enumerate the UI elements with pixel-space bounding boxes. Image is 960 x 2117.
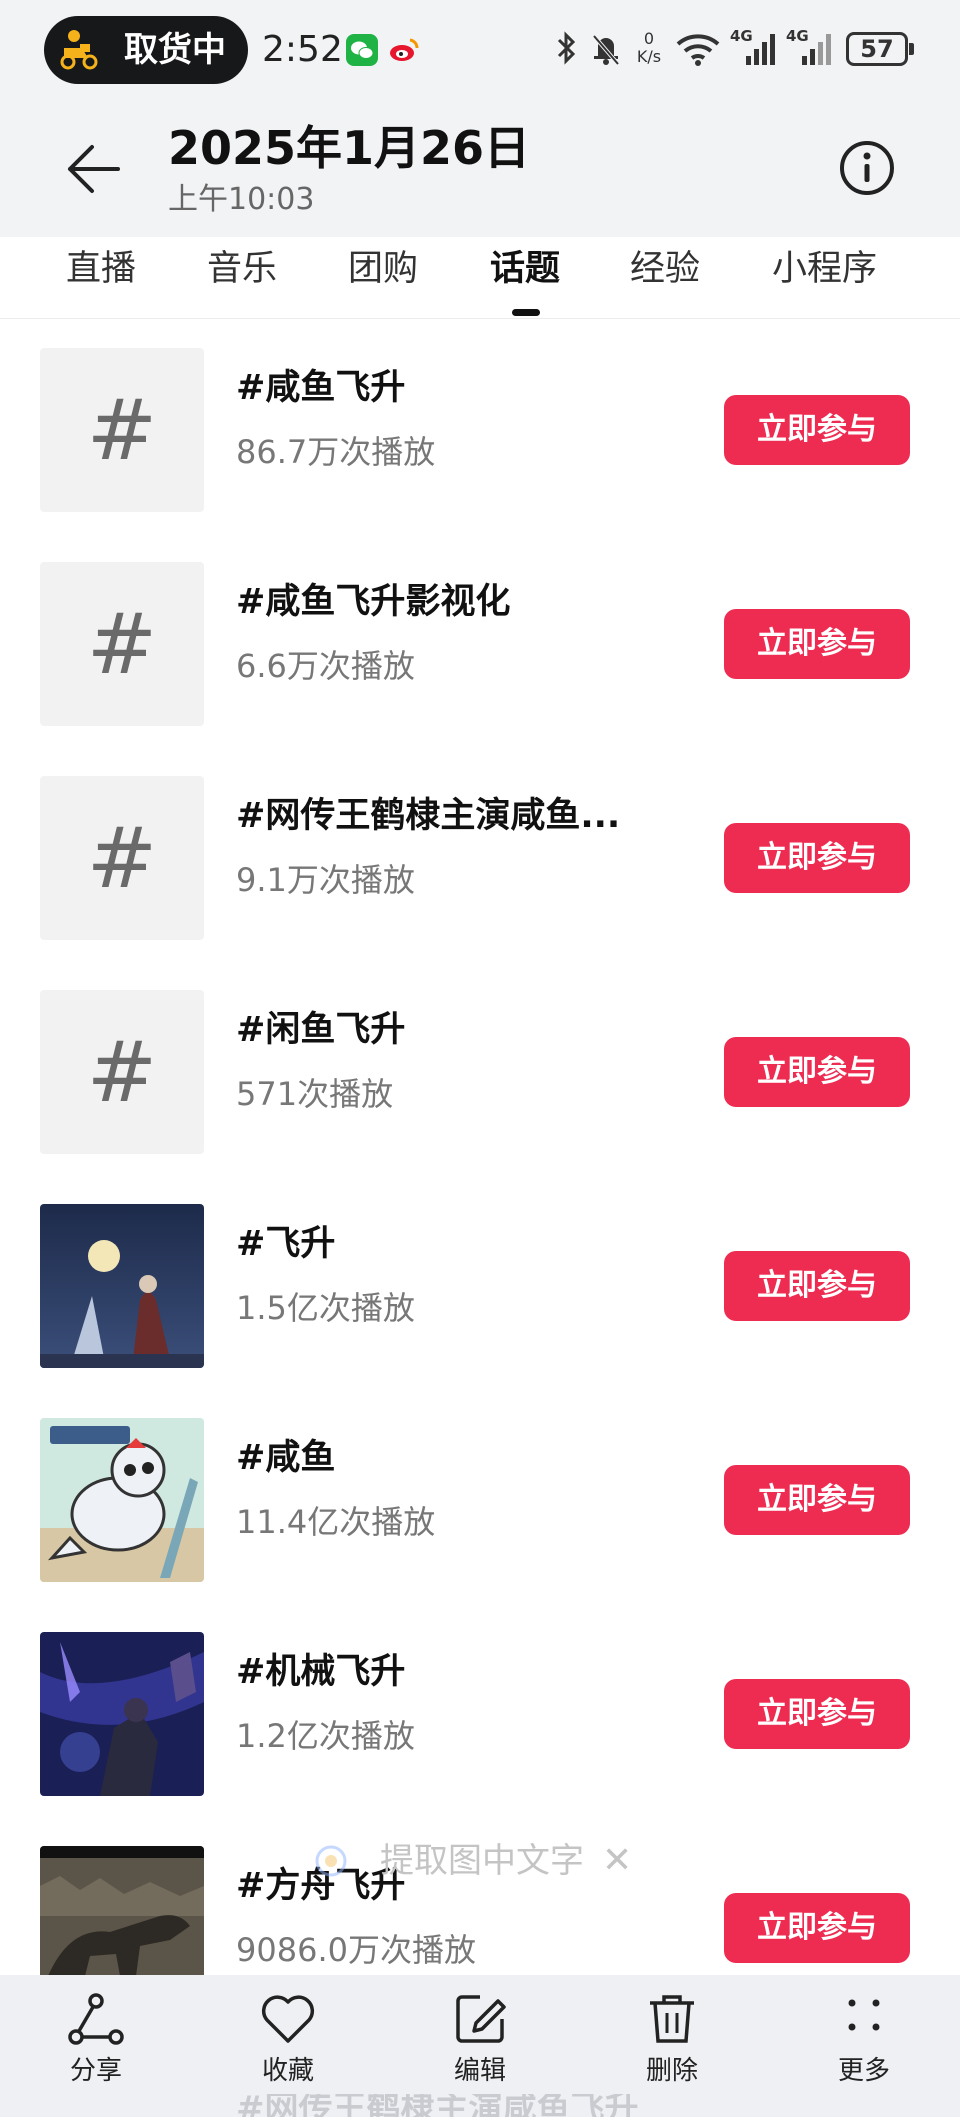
delivery-status-pill[interactable]: 取货中 — [44, 16, 248, 84]
tab-group-buy[interactable]: 团购 — [348, 245, 418, 293]
share-button[interactable]: 分享 — [36, 1989, 156, 2109]
hash-icon: # — [86, 809, 158, 907]
mute-bell-icon — [592, 34, 620, 66]
tab-live[interactable]: 直播 — [66, 245, 136, 293]
join-topic-button[interactable]: 立即参与 — [724, 823, 910, 893]
net-speed-unit: K/s — [636, 47, 662, 66]
page-header: 2025年1月26日 上午10:03 — [0, 105, 960, 237]
topic-title[interactable]: #闲鱼飞升 — [236, 1008, 405, 1052]
hash-icon: # — [86, 595, 158, 693]
page-subtitle: 上午10:03 — [168, 182, 315, 217]
category-tabs: 直播 音乐 团购 话题 经验 小程序 — [0, 237, 960, 319]
topic-thumbnail: # — [40, 776, 204, 940]
hash-icon: # — [86, 381, 158, 479]
topic-title[interactable]: #咸鱼飞升 — [236, 366, 405, 410]
list-item[interactable]: #飞升 1.5亿次播放 立即参与 — [0, 1204, 960, 1418]
moon-night-image — [40, 1204, 204, 1368]
share-label: 分享 — [69, 2056, 122, 2086]
cellular-signal-2: 4G — [786, 28, 834, 68]
list-item[interactable]: # #闲鱼飞升 571次播放 立即参与 — [0, 990, 960, 1204]
list-item[interactable]: #咸鱼 11.4亿次播放 立即参与 — [0, 1418, 960, 1632]
join-topic-button[interactable]: 立即参与 — [724, 1251, 910, 1321]
join-topic-button[interactable]: 立即参与 — [724, 1679, 910, 1749]
topic-play-count: 9.1万次播放 — [236, 861, 415, 899]
hash-icon: # — [86, 1023, 158, 1121]
delivery-rider-icon — [60, 30, 98, 70]
tab-music[interactable]: 音乐 — [207, 245, 277, 293]
join-topic-button[interactable]: 立即参与 — [724, 609, 910, 679]
purple-game-image — [40, 1632, 204, 1796]
join-topic-button[interactable]: 立即参与 — [724, 1465, 910, 1535]
net-speed-value: 0 — [643, 29, 655, 48]
more-icon — [848, 1999, 880, 2031]
heart-icon — [261, 1995, 315, 2043]
topic-title[interactable]: #飞升 — [236, 1222, 335, 1266]
share-icon — [68, 1993, 124, 2045]
wifi-icon — [676, 34, 720, 66]
status-bar: 取货中 2:52 0 K/s 4G 4G 57 — [0, 0, 960, 105]
topic-play-count: 1.2亿次播放 — [236, 1717, 415, 1755]
more-button[interactable]: 更多 — [804, 1989, 924, 2109]
delete-button[interactable]: 删除 — [612, 1989, 732, 2109]
join-topic-button[interactable]: 立即参与 — [724, 395, 910, 465]
close-icon[interactable]: ✕ — [602, 1842, 632, 1880]
edit-icon — [456, 1995, 506, 2043]
edit-label: 编辑 — [453, 2056, 506, 2086]
topic-thumbnail: # — [40, 562, 204, 726]
list-item[interactable]: #机械飞升 1.2亿次播放 立即参与 — [0, 1632, 960, 1846]
battery-indicator: 57 — [846, 32, 914, 66]
next-item-peek: #网传王鹤棣主演咸鱼飞升 — [236, 2094, 639, 2117]
topic-play-count: 9086.0万次播放 — [236, 1931, 476, 1969]
list-item[interactable]: # #网传王鹤棣主演咸鱼... 9.1万次播放 立即参与 — [0, 776, 960, 990]
weibo-icon — [390, 38, 419, 61]
topic-title[interactable]: #网传王鹤棣主演咸鱼... — [236, 794, 620, 838]
back-arrow-icon[interactable] — [62, 139, 122, 199]
list-item[interactable]: # #咸鱼飞升影视化 6.6万次播放 立即参与 — [0, 562, 960, 776]
join-topic-button[interactable]: 立即参与 — [724, 1893, 910, 1963]
signal-2-label: 4G — [786, 27, 809, 45]
extract-text-label: 提取图中文字 — [380, 1841, 584, 1881]
clock: 2:52 — [262, 29, 343, 70]
topic-play-count: 11.4亿次播放 — [236, 1503, 436, 1541]
favorite-button[interactable]: 收藏 — [228, 1989, 348, 2109]
signal-1-label: 4G — [730, 27, 753, 45]
topic-play-count: 1.5亿次播放 — [236, 1289, 415, 1327]
delete-label: 删除 — [645, 2056, 698, 2086]
info-icon[interactable] — [838, 139, 896, 197]
topic-thumbnail: # — [40, 348, 204, 512]
wechat-icon — [346, 34, 378, 66]
tab-topics[interactable]: 话题 — [490, 245, 560, 293]
topic-title[interactable]: #机械飞升 — [236, 1650, 405, 1694]
topic-thumbnail — [40, 1204, 204, 1368]
net-speed: 0 K/s — [632, 30, 666, 70]
extract-text-tip[interactable]: 提取图中文字 ✕ — [300, 1832, 640, 1890]
cartoon-fish-image — [40, 1418, 204, 1582]
topic-title[interactable]: #咸鱼飞升影视化 — [236, 580, 510, 624]
join-topic-button[interactable]: 立即参与 — [724, 1037, 910, 1107]
page-title: 2025年1月26日 — [168, 121, 531, 175]
topic-thumbnail — [40, 1632, 204, 1796]
cellular-signal-1: 4G — [730, 28, 778, 68]
topic-thumbnail: # — [40, 990, 204, 1154]
trash-icon — [650, 1995, 694, 2043]
bluetooth-icon — [557, 31, 576, 65]
pill-label: 取货中 — [124, 30, 226, 70]
tab-experience[interactable]: 经验 — [630, 245, 700, 293]
topic-title[interactable]: #咸鱼 — [236, 1436, 335, 1480]
tab-mini-programs[interactable]: 小程序 — [772, 245, 877, 293]
favorite-label: 收藏 — [261, 2056, 314, 2086]
scan-text-icon — [315, 1845, 347, 1877]
topic-thumbnail — [40, 1418, 204, 1582]
more-label: 更多 — [837, 2056, 890, 2086]
list-item[interactable]: # #咸鱼飞升 86.7万次播放 立即参与 — [0, 348, 960, 562]
topic-play-count: 571次播放 — [236, 1075, 394, 1113]
topic-play-count: 6.6万次播放 — [236, 647, 415, 685]
active-tab-indicator — [512, 309, 540, 316]
edit-button[interactable]: 编辑 — [420, 1989, 540, 2109]
topic-play-count: 86.7万次播放 — [236, 433, 436, 471]
